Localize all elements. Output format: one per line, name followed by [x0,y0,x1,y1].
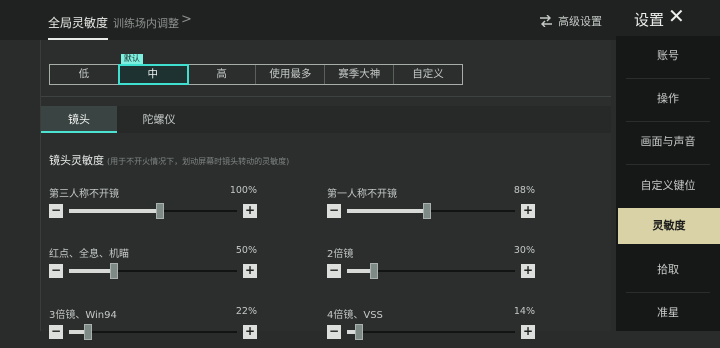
increase-button[interactable]: + [521,325,535,339]
preset-medium[interactable]: 默认 中 [117,54,189,85]
slider-2x-scope: 2倍镜 30% − + [327,245,535,287]
tab-global-sensitivity[interactable]: 全局灵敏度 [48,14,109,40]
slider-track[interactable] [69,203,237,219]
tab-camera[interactable]: 镜头 [41,106,117,133]
slider-label: 红点、全息、机瞄 [49,249,129,260]
slider-value: 88% [513,185,535,196]
sidebar-item-graphics-audio[interactable]: 画面与声音 [616,124,720,160]
close-icon[interactable]: ✕ [668,6,685,26]
sidebar-divider [626,121,710,122]
preset-most-used[interactable]: 使用最多 [256,65,326,84]
slider-handle[interactable] [423,203,432,219]
sidebar-item-account[interactable]: 账号 [616,38,720,74]
slider-value: 30% [513,245,535,256]
sidebar-item-sensitivity[interactable]: 灵敏度 [618,208,720,244]
decrease-button[interactable]: − [49,264,63,278]
sidebar-divider [626,78,710,79]
slider-red-dot: 红点、全息、机瞄 50% − + [49,245,257,287]
slider-track[interactable] [347,324,515,340]
decrease-button[interactable]: − [49,325,63,339]
sidebar-item-custom-keys[interactable]: 自定义键位 [616,168,720,204]
slider-fpp-no-scope: 第一人称不开镜 88% − + [327,185,535,227]
sliders-swap-icon [539,15,553,27]
slider-label: 第三人称不开镜 [49,189,119,200]
decrease-button[interactable]: − [49,204,63,218]
slider-4x-scope: 4倍镜、VSS 14% − + [327,306,535,348]
sidebar-divider [626,292,710,293]
preset-custom[interactable]: 自定义 [394,65,462,84]
sidebar-item-controls[interactable]: 操作 [616,81,720,117]
slider-value: 14% [513,306,535,317]
slider-fill [347,209,429,213]
slider-handle[interactable] [110,263,119,279]
increase-button[interactable]: + [521,204,535,218]
slider-label: 第一人称不开镜 [327,189,397,200]
preset-season-pro[interactable]: 赛季大神 [325,65,395,84]
slider-value: 50% [235,245,257,256]
divider [41,96,611,97]
slider-handle[interactable] [369,263,378,279]
slider-label: 2倍镜 [327,249,354,260]
slider-3x-scope: 3倍镜、Win94 22% − + [49,306,257,348]
increase-button[interactable]: + [243,204,257,218]
slider-track[interactable] [347,263,515,279]
sensitivity-panel: 低 默认 中 高 使用最多 赛季大神 自定义 镜头 陀螺仪 镜头灵敏度 (用于不开… [40,40,611,340]
slider-handle[interactable] [156,203,165,219]
slider-fill [69,269,116,273]
advanced-settings-label: 高级设置 [558,15,602,28]
slider-track[interactable] [347,203,515,219]
decrease-button[interactable]: − [327,264,341,278]
increase-button[interactable]: + [521,264,535,278]
tab-gyroscope[interactable]: 陀螺仪 [123,106,195,133]
sidebar-item-crosshair[interactable]: 准星 [616,295,720,331]
section-hint: (用于不开火情况下，划动屏幕时镜头转动的灵敏度) [107,157,290,166]
chevron-right-icon[interactable]: > [181,12,192,27]
tab-training-adjust[interactable]: 训练场内调整 [113,15,179,31]
increase-button[interactable]: + [243,325,257,339]
default-badge: 默认 [120,54,143,64]
increase-button[interactable]: + [243,264,257,278]
slider-tpp-no-scope: 第三人称不开镜 100% − + [49,185,257,227]
slider-track[interactable] [69,324,237,340]
subtab-bar: 镜头 陀螺仪 [41,106,611,133]
advanced-settings-button[interactable]: 高级设置 [539,13,602,29]
sidebar-item-pickup[interactable]: 拾取 [616,252,720,288]
settings-sidebar: 账号 操作 画面与声音 自定义键位 灵敏度 拾取 准星 [616,36,720,331]
decrease-button[interactable]: − [327,204,341,218]
slider-fill [69,209,162,213]
slider-value: 100% [229,185,257,196]
slider-label: 4倍镜、VSS [327,310,383,321]
slider-label: 3倍镜、Win94 [49,310,117,321]
preset-low[interactable]: 低 [50,65,119,84]
sidebar-divider [626,164,710,165]
preset-high[interactable]: 高 [188,65,257,84]
slider-track[interactable] [69,263,237,279]
slider-handle[interactable] [84,324,93,340]
slider-value: 22% [235,306,257,317]
preset-selector: 低 默认 中 高 使用最多 赛季大神 自定义 [49,54,463,85]
section-title: 镜头灵敏度 (用于不开火情况下，划动屏幕时镜头转动的灵敏度) [49,154,290,167]
page-title: 设置 [634,11,665,29]
decrease-button[interactable]: − [327,325,341,339]
slider-handle[interactable] [354,324,363,340]
top-bar: 全局灵敏度 训练场内调整 > 高级设置 设置 ✕ [0,0,720,40]
